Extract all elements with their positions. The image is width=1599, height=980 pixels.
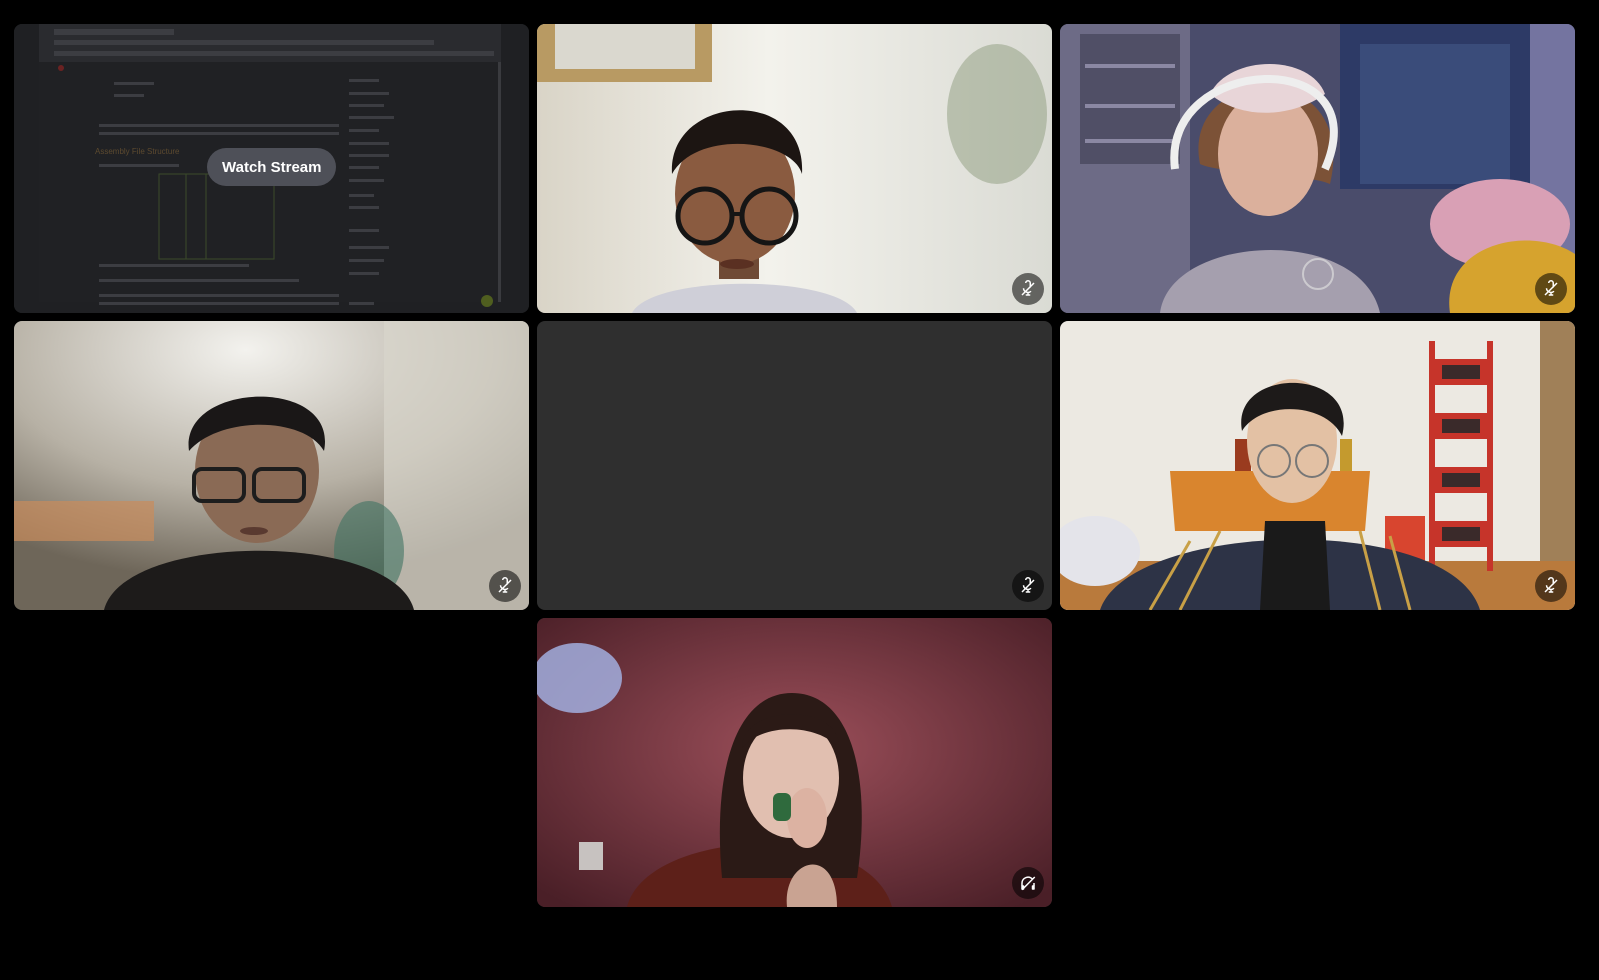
mic-muted-icon — [1012, 570, 1044, 602]
participant-tile-5-camera-off[interactable] — [537, 321, 1052, 610]
participant-video — [1060, 24, 1575, 313]
mic-muted-icon — [1535, 273, 1567, 305]
voice-call-grid: Assembly File Structure Watch Stream — [0, 0, 1599, 980]
deafened-icon — [1012, 867, 1044, 899]
participant-video — [14, 321, 529, 610]
participant-video — [537, 618, 1052, 907]
participant-tile-4[interactable] — [14, 321, 529, 610]
participant-tile-6[interactable] — [1060, 321, 1575, 610]
participant-tile-7[interactable] — [537, 618, 1052, 907]
mic-muted-icon — [1535, 570, 1567, 602]
participant-tile-3[interactable] — [1060, 24, 1575, 313]
participant-video — [1060, 321, 1575, 610]
mic-muted-icon — [1012, 273, 1044, 305]
participant-video — [537, 24, 1052, 313]
watch-stream-button[interactable]: Watch Stream — [207, 148, 337, 186]
participant-tile-2[interactable] — [537, 24, 1052, 313]
stream-tile[interactable]: Assembly File Structure Watch Stream — [14, 24, 529, 313]
stream-preview-heading: Assembly File Structure — [95, 147, 180, 156]
mic-muted-icon — [489, 570, 521, 602]
